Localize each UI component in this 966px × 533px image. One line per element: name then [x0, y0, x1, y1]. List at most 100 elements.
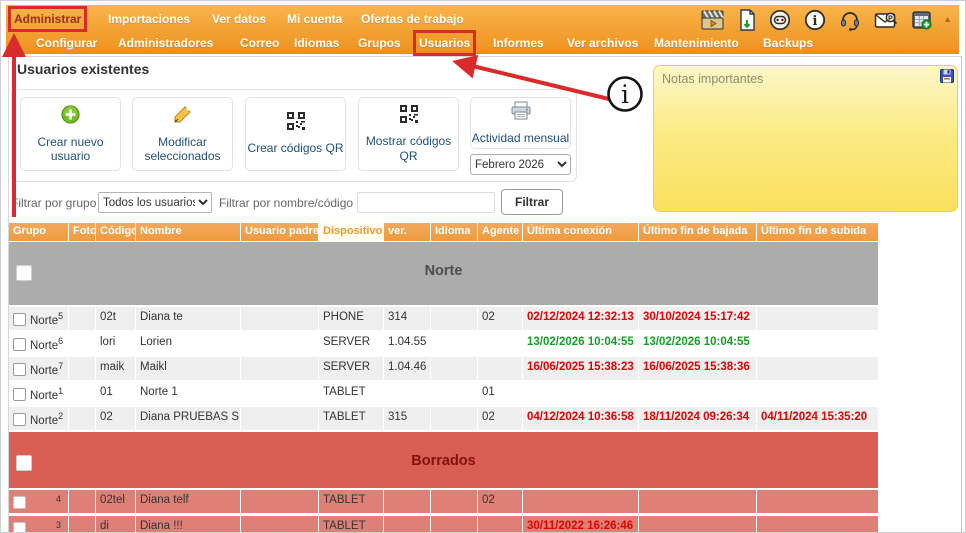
row-group-name: Norte — [30, 339, 59, 352]
svg-text:i: i — [813, 14, 818, 29]
column-header-ultima_conexion[interactable]: Última conexión — [523, 223, 639, 241]
row-checkbox[interactable] — [13, 337, 26, 351]
show-qr-button[interactable]: Mostrar códigos QR — [358, 97, 459, 171]
cell-ultima_conexion: 13/02/2026 10:04:55 — [523, 332, 639, 355]
cell-usuario_padre — [241, 332, 319, 355]
cell-idioma — [431, 332, 478, 355]
content-top-border — [8, 56, 962, 57]
nav-ofertas-de-trabajo[interactable]: Ofertas de trabajo — [361, 12, 464, 26]
group-band-borrados: Borrados — [9, 432, 878, 488]
cell-ultimo_fin_bajada: 16/06/2025 15:38:36 — [639, 357, 757, 380]
cell-ultima_conexion: 30/11/2022 16:26:46 — [523, 516, 639, 532]
month-select[interactable]: Febrero 2026 — [470, 154, 571, 175]
cell-grupo: 4 — [9, 490, 69, 513]
column-header-ultimo_fin_bajada[interactable]: Último fin de bajada — [639, 223, 757, 241]
cell-agente — [478, 357, 523, 380]
calendar-add-icon[interactable] — [911, 9, 933, 31]
filter-button[interactable]: Filtrar — [501, 189, 563, 215]
cell-codigo: 02 — [96, 407, 136, 430]
show-qr-label: Mostrar códigos QR — [365, 134, 452, 163]
nav-idiomas[interactable]: Idiomas — [294, 36, 339, 50]
table-row: Norte6 lori Lorien SERVER 1.04.55 13/02/2026 … — [9, 332, 878, 355]
modify-selected-button[interactable]: Modificar seleccionados — [132, 97, 233, 171]
nav-configurar[interactable]: Configurar — [36, 36, 97, 50]
column-header-idioma[interactable]: Idioma — [431, 223, 478, 241]
cell-dispositivo: TABLET — [319, 490, 384, 513]
nav-grupos[interactable]: Grupos — [358, 36, 401, 50]
cell-codigo: 02t — [96, 307, 136, 330]
table-row: Norte2 02 Diana PRUEBAS SF TABLET 315 02 04/12… — [9, 407, 878, 430]
monthly-activity-button[interactable]: Actividad mensual — [470, 97, 571, 149]
column-header-agente[interactable]: Agente — [478, 223, 523, 241]
table-row: Norte5 02t Diana te PHONE 314 02 02/12/2024 12… — [9, 307, 878, 330]
discord-icon[interactable] — [769, 9, 791, 31]
nav-administradores[interactable]: Administradores — [118, 36, 213, 50]
cell-ultimo_fin_subida — [757, 490, 878, 513]
column-header-codigo[interactable]: Código — [96, 223, 136, 241]
document-download-icon[interactable] — [738, 9, 756, 31]
cell-grupo: Norte2 — [9, 407, 69, 430]
users-table: Grupo Foto Código Nombre Usuario padre Dispos… — [9, 223, 878, 532]
row-group-superscript: 4 — [56, 494, 62, 504]
nav-mantenimiento[interactable]: Mantenimiento — [654, 36, 739, 50]
nav-ver-datos[interactable]: Ver datos — [212, 12, 266, 26]
nav-administrar[interactable]: Administrar — [7, 6, 88, 32]
cell-grupo: Norte6 — [9, 332, 69, 355]
create-user-button[interactable]: Crear nuevo usuario — [20, 97, 121, 171]
cell-ver — [384, 490, 431, 513]
filter-name-label: Filtrar por nombre/código — [219, 196, 354, 210]
cell-dispositivo: TABLET — [319, 407, 384, 430]
cell-ultimo_fin_bajada: 18/11/2024 09:26:34 — [639, 407, 757, 430]
headset-support-icon[interactable] — [839, 9, 861, 31]
column-header-dispositivo[interactable]: Dispositivo — [319, 223, 384, 241]
cell-ultima_conexion: 02/12/2024 12:32:13 — [523, 307, 639, 330]
row-checkbox[interactable] — [13, 521, 26, 532]
nav-importaciones[interactable]: Importaciones — [108, 12, 190, 26]
nav-ver-archivos[interactable]: Ver archivos — [567, 36, 638, 50]
filter-group-select[interactable]: Todos los usuarios — [98, 192, 212, 213]
column-header-usuario_padre[interactable]: Usuario padre — [241, 223, 319, 241]
create-qr-button[interactable]: Crear códigos QR — [245, 97, 346, 171]
cell-usuario_padre — [241, 357, 319, 380]
nav-usuarios[interactable]: Usuarios — [412, 30, 477, 56]
group-band-norte: Norte — [9, 242, 878, 305]
cell-ultima_conexion: 04/12/2024 10:36:58 — [523, 407, 639, 430]
info-circle-icon[interactable]: i — [804, 9, 826, 31]
important-notes-box[interactable]: Notas importantes — [653, 65, 958, 212]
cell-foto — [69, 407, 96, 430]
cell-grupo: 3 — [9, 516, 69, 532]
column-header-nombre[interactable]: Nombre — [136, 223, 241, 241]
column-header-foto[interactable]: Foto — [69, 223, 96, 241]
cell-ultimo_fin_bajada: 30/10/2024 15:17:42 — [639, 307, 757, 330]
table-row: Norte7 maik Maikl SERVER 1.04.46 16/06/2025 1… — [9, 357, 878, 380]
video-clapperboard-icon[interactable] — [700, 9, 725, 31]
save-floppy-icon[interactable] — [940, 69, 954, 88]
nav-correo[interactable]: Correo — [240, 36, 279, 50]
row-checkbox[interactable] — [13, 362, 26, 376]
cell-ultimo_fin_subida — [757, 332, 878, 355]
filter-name-input[interactable] — [357, 192, 495, 213]
row-checkbox[interactable] — [13, 412, 26, 426]
row-group-name: Norte — [30, 389, 59, 402]
cell-ultimo_fin_subida — [757, 516, 878, 532]
users-table-header: Grupo Foto Código Nombre Usuario padre Dispos… — [9, 223, 878, 241]
column-header-ver[interactable]: ver. — [384, 223, 431, 241]
nav-mi-cuenta[interactable]: Mi cuenta — [287, 12, 342, 26]
row-checkbox[interactable] — [13, 312, 26, 326]
cell-grupo: Norte7 — [9, 357, 69, 380]
cell-dispositivo: SERVER — [319, 332, 384, 355]
cell-usuario_padre — [241, 407, 319, 430]
table-row: 4 02tel Diana telf TABLET 02 — [9, 490, 878, 513]
collapse-up-caret[interactable]: ▲ — [943, 14, 952, 24]
mail-search-icon[interactable]: P — [874, 9, 898, 31]
pencil-icon — [173, 105, 192, 129]
nav-backups[interactable]: Backups — [763, 36, 813, 50]
qr-icon — [286, 112, 305, 135]
cell-dispositivo: SERVER — [319, 357, 384, 380]
cell-agente: 02 — [478, 490, 523, 513]
column-header-grupo[interactable]: Grupo — [9, 223, 69, 241]
column-header-ultimo_fin_subida[interactable]: Último fin de subida — [757, 223, 878, 241]
row-checkbox[interactable] — [13, 387, 26, 401]
nav-informes[interactable]: Informes — [493, 36, 544, 50]
row-checkbox[interactable] — [13, 495, 26, 509]
